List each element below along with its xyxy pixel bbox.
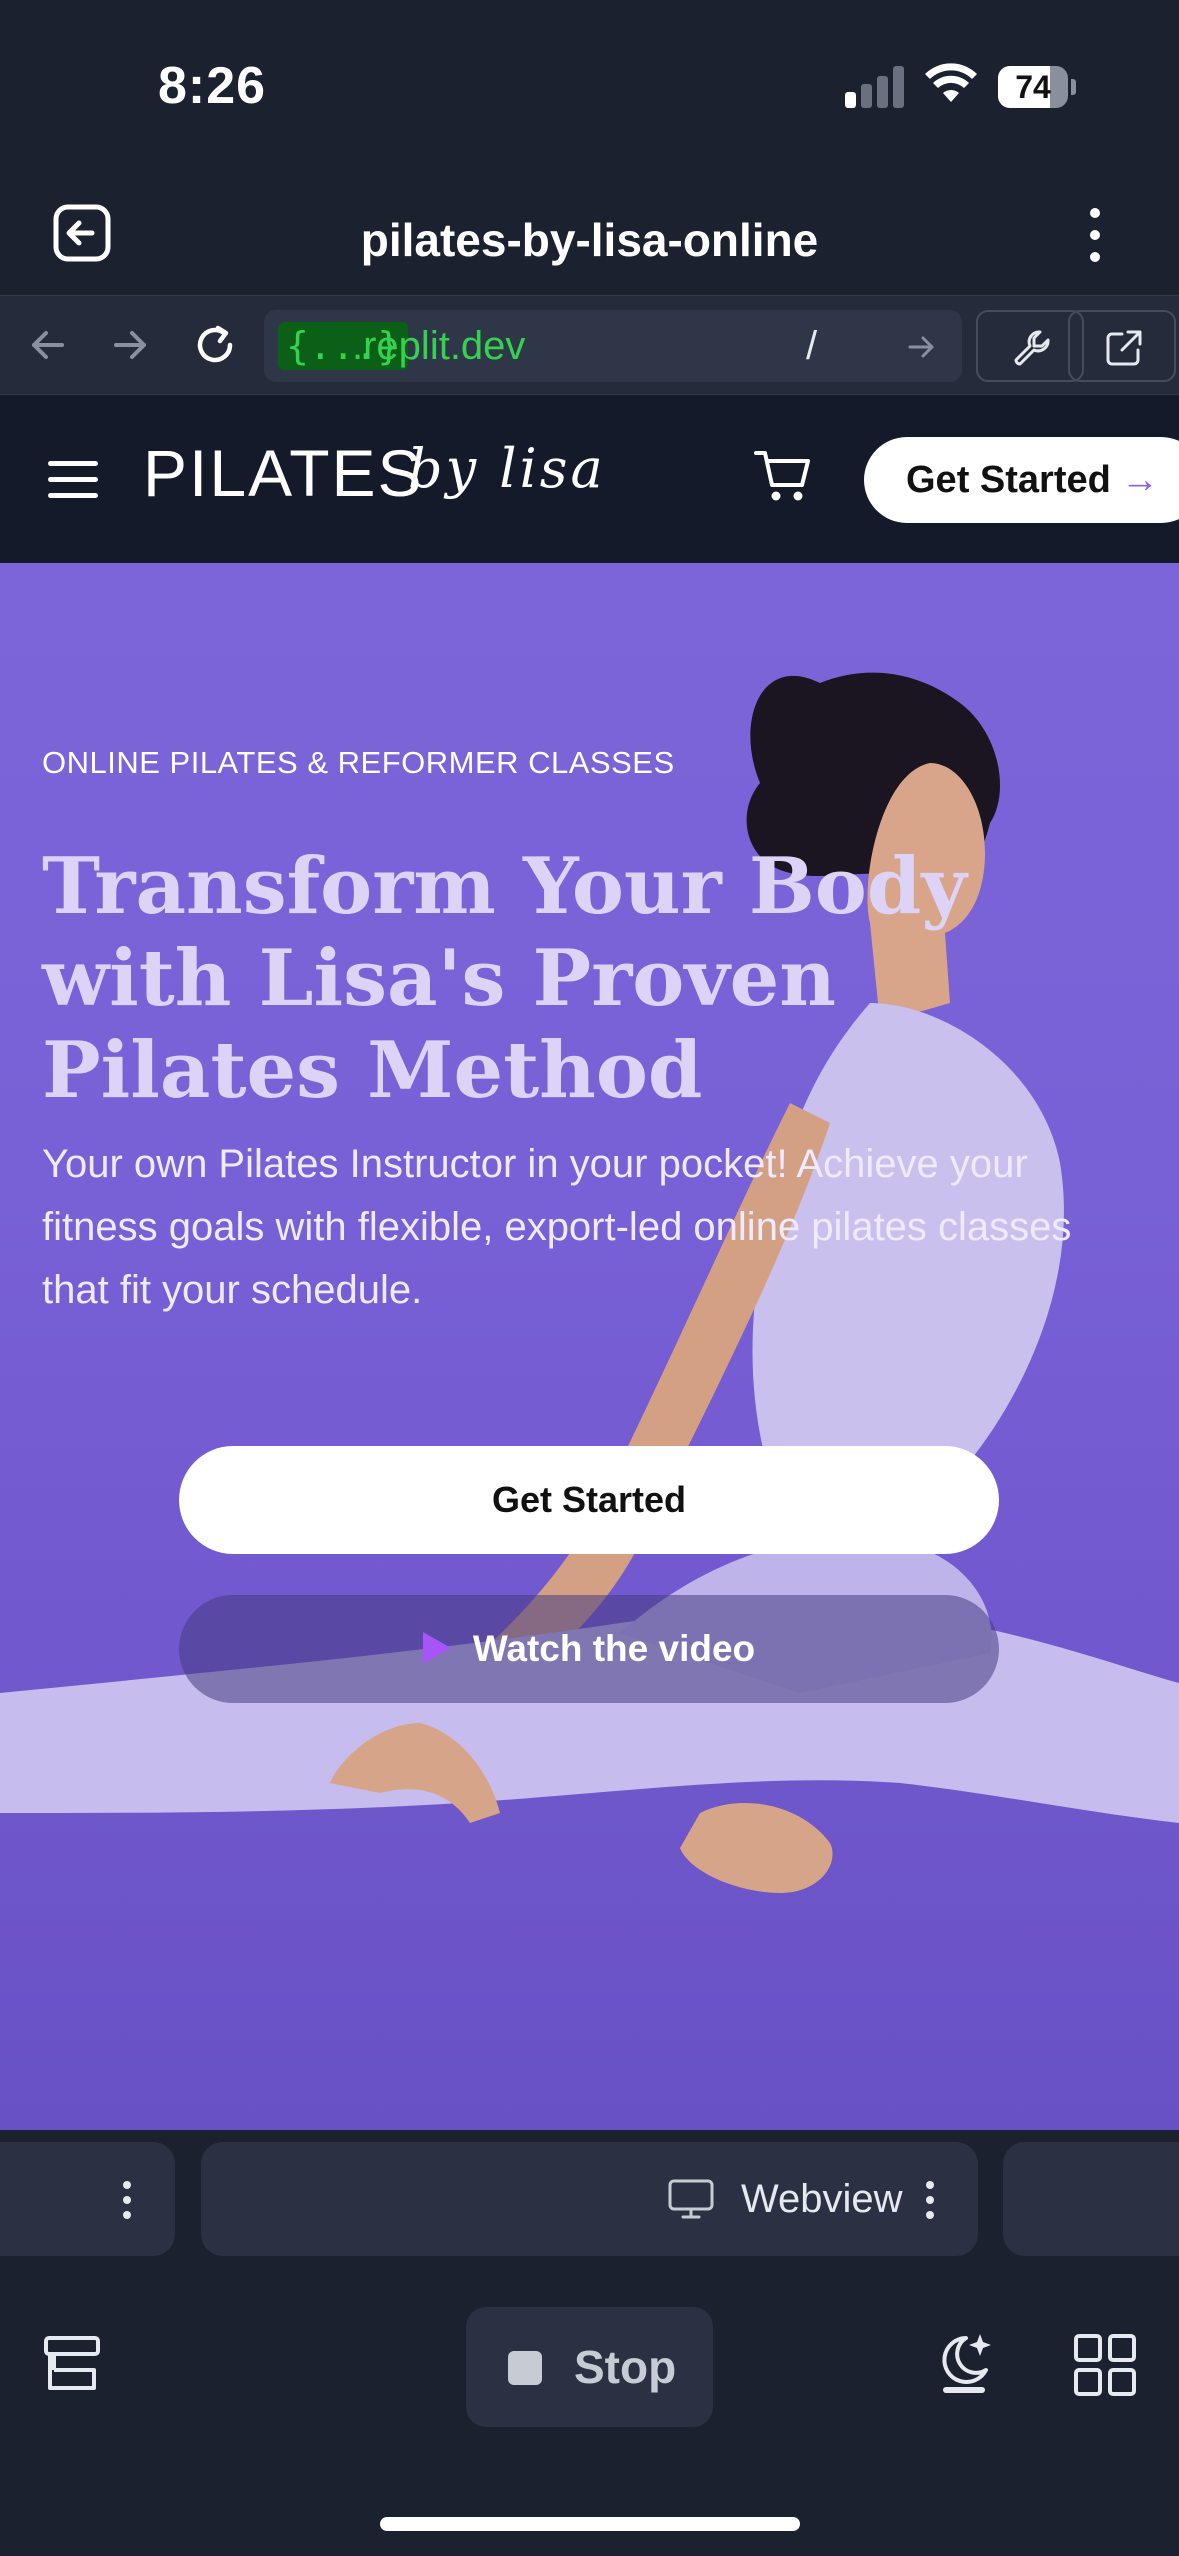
webview-tab[interactable]: Webview xyxy=(201,2142,978,2256)
hero-photo-instructor xyxy=(0,672,1179,2130)
more-options-icon[interactable] xyxy=(1080,205,1110,265)
bottom-toolbar: Stop xyxy=(0,2270,1179,2556)
browser-toolbar: {...} .replit.dev / xyxy=(0,295,1179,395)
url-bar[interactable]: {...} .replit.dev / xyxy=(264,310,962,382)
hero-subtext: Your own Pilates Instructor in your pock… xyxy=(42,1142,1072,1312)
status-bar: 8:26 74 xyxy=(0,0,1179,175)
layers-icon[interactable] xyxy=(40,2332,104,2396)
nav-get-started-label: Get Started xyxy=(906,459,1111,501)
tab-options-icon[interactable] xyxy=(120,2180,134,2220)
external-link-icon xyxy=(1106,330,1142,366)
home-indicator[interactable] xyxy=(380,2517,800,2531)
monitor-icon xyxy=(668,2179,714,2219)
hamburger-menu-icon[interactable] xyxy=(48,461,98,499)
stop-label: Stop xyxy=(574,2341,677,2393)
reload-icon[interactable] xyxy=(190,320,240,370)
wifi-icon xyxy=(925,63,977,102)
webview-tab-label: Webview xyxy=(741,2177,903,2221)
go-arrow-icon[interactable] xyxy=(904,330,938,364)
app-title: pilates-by-lisa-online xyxy=(360,214,819,266)
battery-level: 74 xyxy=(1015,69,1051,105)
url-path: / xyxy=(806,324,818,368)
webview-tab-options-icon[interactable] xyxy=(923,2180,937,2220)
watch-video-button[interactable]: Watch the video xyxy=(179,1595,999,1703)
watch-video-label: Watch the video xyxy=(472,1628,756,1669)
next-tab[interactable] xyxy=(1003,2142,1179,2256)
pane-tab-strip: Webview xyxy=(0,2130,1179,2270)
battery-icon: 74 xyxy=(998,66,1076,108)
url-domain: .replit.dev xyxy=(352,324,526,368)
arrow-right-icon: → xyxy=(1120,459,1159,501)
logo-script: by lisa xyxy=(408,437,606,500)
open-external-button[interactable] xyxy=(1068,310,1176,382)
hero-headline: Transform Your Body with Lisa's Proven P… xyxy=(42,841,967,1116)
hero-eyebrow: ONLINE PILATES & REFORMER CLASSES xyxy=(42,745,675,780)
site-navbar: PILATES by lisa Get Started → xyxy=(0,395,1179,563)
app-header: pilates-by-lisa-online xyxy=(0,175,1179,295)
logo-wordmark: PILATES xyxy=(143,436,424,510)
cellular-signal-icon xyxy=(845,66,905,108)
stop-button[interactable]: Stop xyxy=(466,2307,713,2427)
play-icon xyxy=(422,1632,451,1665)
status-time: 8:26 xyxy=(158,57,267,115)
back-arrow-icon[interactable] xyxy=(22,320,72,370)
grid-apps-icon[interactable] xyxy=(1072,2332,1138,2398)
cart-icon[interactable] xyxy=(752,445,814,507)
hero-section: ONLINE PILATES & REFORMER CLASSES Transf… xyxy=(0,563,1179,2130)
stop-icon xyxy=(508,2351,542,2385)
hero-get-started-button[interactable]: Get Started xyxy=(179,1446,999,1554)
webview: PILATES by lisa Get Started → ONLINE PIL… xyxy=(0,395,1179,2130)
ai-assistant-icon[interactable] xyxy=(932,2328,996,2400)
previous-tab[interactable] xyxy=(0,2142,175,2256)
forward-arrow-icon[interactable] xyxy=(106,320,156,370)
wrench-icon xyxy=(1014,330,1050,366)
nav-get-started-button[interactable]: Get Started → xyxy=(864,437,1179,523)
